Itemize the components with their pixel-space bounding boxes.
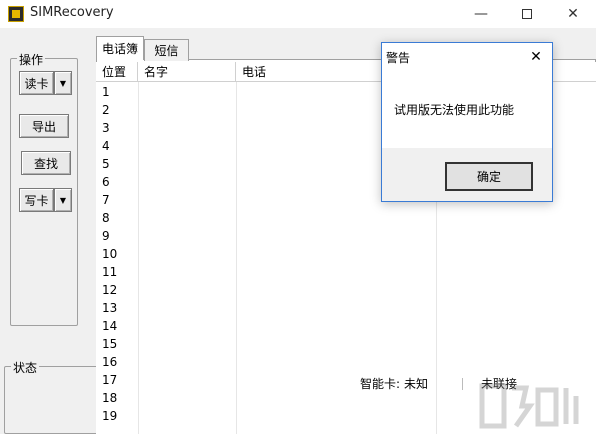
tab-sms[interactable]: 短信: [144, 39, 189, 61]
maximize-button[interactable]: [504, 0, 550, 28]
watermark-logo-icon: [479, 383, 579, 429]
tab-phonebook[interactable]: 电话簿: [96, 36, 144, 60]
smart-card-status: 智能卡: 未知: [360, 375, 429, 392]
find-button[interactable]: 查找: [21, 151, 71, 175]
read-card-button[interactable]: 读卡: [19, 71, 54, 95]
table-row[interactable]: 9: [96, 227, 596, 245]
table-row[interactable]: 15: [96, 335, 596, 353]
dialog-footer: 确定: [382, 148, 552, 201]
maximize-icon: [522, 9, 532, 19]
table-row[interactable]: 8: [96, 209, 596, 227]
table-row[interactable]: 14: [96, 317, 596, 335]
close-button[interactable]: ✕: [550, 0, 596, 28]
dialog-title: 警告: [386, 51, 411, 65]
ok-button[interactable]: 确定: [445, 162, 533, 191]
column-header-position[interactable]: 位置: [96, 62, 138, 82]
status-group: 状态: [4, 359, 100, 434]
column-header-name[interactable]: 名字: [138, 62, 236, 82]
title-bar: SIMRecovery — ✕: [0, 0, 596, 28]
read-card-dropdown-button[interactable]: ▼: [54, 71, 72, 95]
warning-dialog: 警告 ✕ 试用版无法使用此功能 确定: [381, 42, 553, 202]
minimize-button[interactable]: —: [458, 0, 504, 28]
table-row[interactable]: 13: [96, 299, 596, 317]
smart-card-value: 未知: [404, 377, 429, 391]
dialog-message: 试用版无法使用此功能: [394, 103, 515, 117]
status-separator: [462, 378, 463, 390]
table-row[interactable]: 10: [96, 245, 596, 263]
status-group-title: 状态: [11, 359, 40, 376]
dialog-close-button[interactable]: ✕: [526, 47, 546, 67]
export-button[interactable]: 导出: [19, 114, 69, 138]
operations-group-title: 操作: [17, 51, 46, 68]
write-card-button[interactable]: 写卡: [19, 188, 54, 212]
table-row[interactable]: 12: [96, 281, 596, 299]
dialog-title-bar: 警告 ✕: [382, 43, 552, 71]
write-card-dropdown-button[interactable]: ▼: [54, 188, 72, 212]
table-row[interactable]: 11: [96, 263, 596, 281]
window-title: SIMRecovery: [30, 5, 114, 20]
app-icon: [8, 6, 24, 22]
smart-card-label: 智能卡:: [360, 377, 401, 391]
table-row[interactable]: 16: [96, 353, 596, 371]
